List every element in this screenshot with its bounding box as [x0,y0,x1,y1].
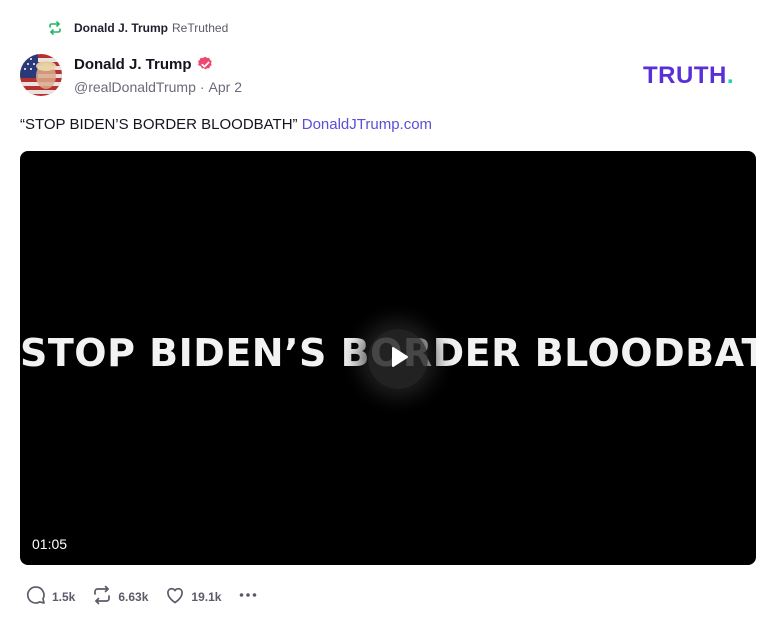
video-player[interactable]: STOP BIDEN’S BORDER BLOODBATH 01:05 [20,151,756,565]
retruth-count: 6.63k [118,590,149,604]
avatar[interactable] [20,54,62,96]
truth-logo-text: TRUTH [643,62,727,89]
retruth-icon [47,20,63,36]
retruth-label: ReTruthed [172,21,229,35]
retruth-author-name[interactable]: Donald J. Trump [74,21,168,35]
like-count: 19.1k [191,590,222,604]
meta-separator: · [199,79,205,95]
reply-button[interactable]: 1.5k [25,584,75,611]
post-actions: 1.5k 6.63k 19.1k [25,584,259,611]
heart-icon [164,584,186,611]
reply-icon [25,584,47,611]
play-button[interactable] [368,329,428,389]
retruth-banner: Donald J. Trump ReTruthed [47,18,228,38]
post-text: “STOP BIDEN’S BORDER BLOODBATH” [20,116,298,133]
retruth-button[interactable]: 6.63k [91,584,148,611]
verified-badge-icon [197,56,214,73]
post-header: Donald J. Trump @realDonaldTrump · Apr 2 [20,54,242,96]
truth-logo[interactable]: TRUTH. [643,62,734,90]
like-button[interactable]: 19.1k [164,584,221,611]
more-options-button[interactable] [237,584,259,611]
post-date[interactable]: Apr 2 [209,79,242,95]
reply-count: 1.5k [52,590,76,604]
more-icon [237,584,259,611]
author-display-name[interactable]: Donald J. Trump [74,56,192,73]
author-handle[interactable]: @realDonaldTrump [74,79,196,95]
retruth-icon [91,584,113,611]
play-icon [383,342,413,377]
post-link[interactable]: DonaldJTrump.com [302,116,432,133]
truth-logo-dot: . [726,62,734,89]
video-duration: 01:05 [32,536,68,552]
post-body: “STOP BIDEN’S BORDER BLOODBATH” DonaldJT… [20,116,432,133]
